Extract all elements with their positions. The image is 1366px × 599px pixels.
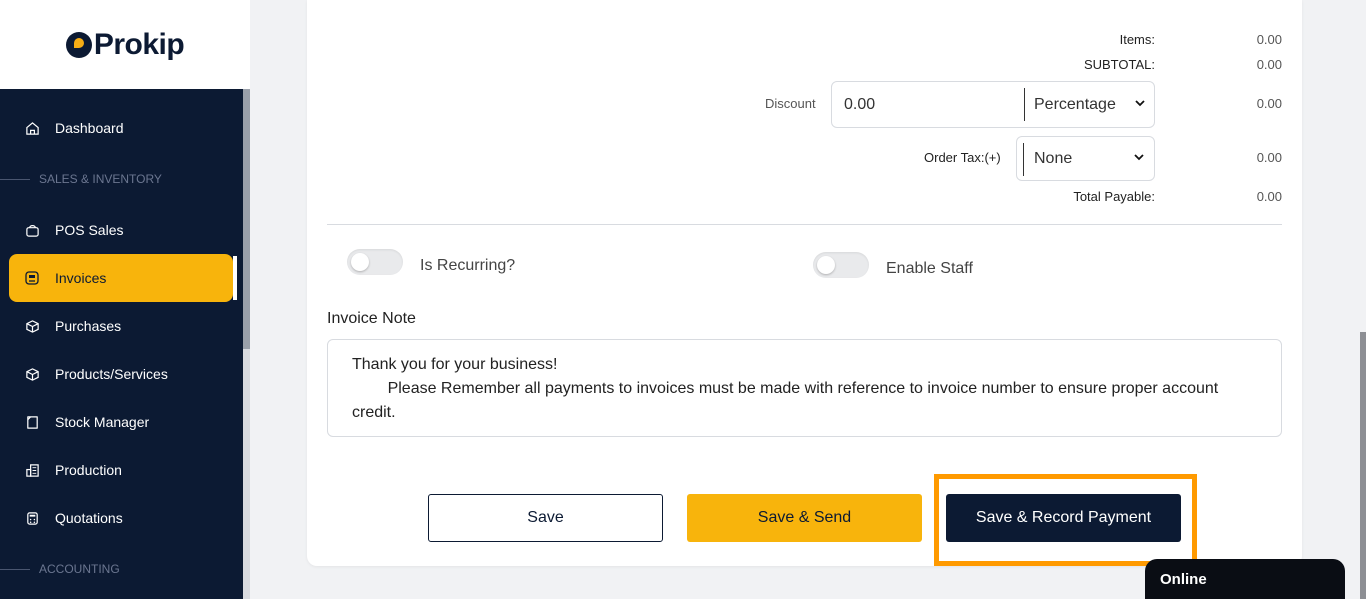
chat-status: Online	[1160, 571, 1207, 588]
prokip-logo-icon	[65, 31, 92, 58]
shopping-bag-icon	[24, 222, 40, 238]
discount-input[interactable]	[832, 82, 1022, 127]
sidebar-item-label: Products/Services	[55, 366, 168, 382]
select-divider	[1023, 143, 1024, 176]
building-icon	[24, 462, 40, 478]
sidebar-item-label: Purchases	[55, 318, 122, 334]
total-payable-label: Total Payable:	[1073, 189, 1155, 204]
nav-section-accounting: ACCOUNTING	[0, 559, 243, 579]
sidebar-item-purchases[interactable]: Purchases	[9, 302, 233, 350]
brand-name: Prokip	[93, 27, 185, 61]
sidebar-item-production[interactable]: Production	[9, 446, 233, 494]
logo-area: Prokip	[0, 0, 250, 89]
sidebar-item-quotations[interactable]: Quotations	[9, 494, 233, 542]
sidebar-scrollbar[interactable]	[243, 89, 250, 599]
items-value: 0.00	[1256, 32, 1282, 47]
online-chat-widget[interactable]: Online	[1145, 559, 1345, 599]
sidebar-item-pos-sales[interactable]: POS Sales	[9, 206, 233, 254]
sidebar-item-invoices[interactable]: Invoices	[9, 254, 237, 302]
box-icon	[24, 318, 40, 334]
sidebar-item-label: Stock Manager	[55, 414, 150, 430]
sidebar: Prokip Dashboard SALES & INVENTORY POS S…	[0, 0, 250, 599]
brand-logo[interactable]: Prokip	[65, 27, 185, 62]
save-and-record-payment-button[interactable]: Save & Record Payment	[946, 494, 1181, 542]
main-scrollbar[interactable]	[1359, 0, 1366, 599]
nav-section-sales: SALES & INVENTORY	[0, 169, 243, 189]
sidebar-item-dashboard[interactable]: Dashboard	[9, 104, 233, 152]
home-icon	[24, 120, 40, 136]
toggle-knob	[817, 256, 835, 274]
section-title: ACCOUNTING	[39, 562, 120, 576]
discount-type-value: Percentage	[1034, 96, 1116, 113]
sidebar-scrollbar-thumb[interactable]	[243, 89, 250, 349]
enable-staff-label: Enable Staff	[886, 260, 973, 277]
order-tax-amount: 0.00	[1256, 150, 1282, 165]
sidebar-item-label: Quotations	[55, 510, 123, 526]
discount-type-select[interactable]: Percentage	[1025, 82, 1155, 127]
order-tax-label: Order Tax:(+)	[924, 150, 1001, 165]
subtotal-value: 0.00	[1256, 57, 1282, 72]
section-title: SALES & INVENTORY	[39, 172, 162, 186]
chevron-down-icon	[1135, 98, 1145, 111]
items-label: Items:	[1119, 32, 1155, 47]
total-payable-value: 0.00	[1256, 189, 1282, 204]
subtotal-label: SUBTOTAL:	[1083, 57, 1155, 72]
sidebar-item-label: Production	[55, 462, 122, 478]
invoice-note-textarea[interactable]: Thank you for your business! Please Reme…	[327, 339, 1282, 437]
enable-staff-toggle[interactable]	[813, 252, 869, 278]
save-button[interactable]: Save	[428, 494, 663, 542]
save-and-send-button[interactable]: Save & Send	[687, 494, 922, 542]
chevron-down-icon	[1134, 152, 1144, 165]
section-divider	[0, 178, 30, 180]
section-divider	[327, 224, 1282, 225]
order-tax-value: None	[1034, 150, 1073, 167]
sidebar-item-label: POS Sales	[55, 222, 124, 238]
discount-group: Percentage	[831, 81, 1155, 128]
sidebar-item-products-services[interactable]: Products/Services	[9, 350, 233, 398]
discount-label: Discount	[765, 96, 816, 111]
invoice-note-label: Invoice Note	[327, 310, 416, 327]
calculator-icon	[24, 510, 40, 526]
invoice-icon	[24, 270, 40, 286]
discount-amount: 0.00	[1256, 96, 1282, 111]
main-scrollbar-thumb[interactable]	[1360, 332, 1366, 599]
recurring-label: Is Recurring?	[420, 257, 516, 274]
recurring-toggle[interactable]	[347, 249, 403, 275]
toggle-knob	[351, 253, 369, 271]
section-divider	[0, 568, 30, 570]
cube-icon	[24, 366, 40, 382]
sidebar-item-label: Invoices	[55, 270, 107, 286]
note-icon	[24, 414, 40, 430]
sidebar-item-label: Dashboard	[55, 120, 124, 136]
invoice-form-card: Items: 0.00 SUBTOTAL: 0.00 Discount Perc…	[307, 0, 1302, 566]
order-tax-select[interactable]: None	[1016, 136, 1155, 181]
sidebar-item-stock-manager[interactable]: Stock Manager	[9, 398, 233, 446]
